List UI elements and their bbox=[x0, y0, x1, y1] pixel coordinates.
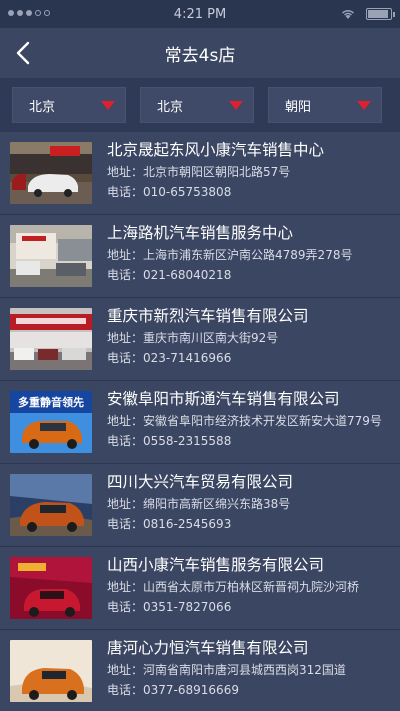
wifi-icon bbox=[342, 10, 354, 19]
dealer-address: 地址： 重庆市南川区南大街92号 bbox=[107, 331, 279, 345]
dealer-phone: 电话：0558-2315588 bbox=[107, 434, 232, 448]
back-button[interactable] bbox=[10, 40, 36, 66]
filter-bar: 北京 北京 朝阳 bbox=[0, 78, 400, 132]
dealer-address: 地址： 安徽省阜阳市经济技术开发区新安大道779号 bbox=[107, 414, 382, 428]
dealer-photo: 多重静音领先 bbox=[10, 391, 92, 453]
dealer-name: 唐河心力恒汽车销售有限公司 bbox=[107, 639, 309, 657]
dealer-photo bbox=[10, 142, 92, 204]
dealer-photo-slogan: 多重静音领先 bbox=[18, 395, 84, 409]
dealer-name: 山西小康汽车销售服务有限公司 bbox=[107, 556, 325, 574]
dealer-phone: 电话：010-65753808 bbox=[107, 185, 232, 199]
nav-bar: 常去4s店 bbox=[0, 28, 400, 78]
dealer-item[interactable]: 重庆市新烈汽车销售有限公司 地址： 重庆市南川区南大街92号 电话：023-714… bbox=[0, 298, 400, 381]
dealer-photo bbox=[10, 308, 92, 370]
dealer-item[interactable]: 唐河心力恒汽车销售有限公司 地址： 河南省南阳市唐河县城西西岗312国道 电话：0… bbox=[0, 630, 400, 711]
chevron-left-icon bbox=[16, 41, 30, 65]
dealer-item[interactable]: 北京晟起东风小康汽车销售中心 地址： 北京市朝阳区朝阳北路57号 电话：010-6… bbox=[0, 132, 400, 215]
battery-icon bbox=[366, 8, 395, 20]
status-time: 4:21 PM bbox=[173, 6, 227, 22]
dealer-address: 地址： 北京市朝阳区朝阳北路57号 bbox=[107, 165, 291, 179]
caret-down-icon bbox=[357, 100, 371, 110]
dealer-phone: 电话：0351-7827066 bbox=[107, 600, 232, 614]
dealer-name: 四川大兴汽车贸易有限公司 bbox=[107, 473, 294, 491]
dealer-phone: 电话：0377-68916669 bbox=[107, 683, 239, 697]
district-select-label: 朝阳 bbox=[285, 99, 312, 115]
dealer-photo bbox=[10, 557, 92, 619]
province-select[interactable]: 北京 bbox=[12, 87, 126, 123]
dealer-address: 地址： 河南省南阳市唐河县城西西岗312国道 bbox=[107, 663, 346, 677]
dealer-name: 北京晟起东风小康汽车销售中心 bbox=[107, 141, 325, 159]
dealer-item[interactable]: 山西小康汽车销售服务有限公司 地址： 山西省太原市万柏林区新晋祠九院沙河桥 电话：… bbox=[0, 547, 400, 630]
caret-down-icon bbox=[101, 100, 115, 110]
dealer-name: 安徽阜阳市斯通汽车销售有限公司 bbox=[107, 390, 340, 408]
dealer-phone: 电话：021-68040218 bbox=[107, 268, 232, 282]
dealer-name: 上海路机汽车销售服务中心 bbox=[107, 224, 294, 242]
status-bar: 4:21 PM bbox=[0, 0, 400, 28]
dealer-photo bbox=[10, 640, 92, 702]
district-select[interactable]: 朝阳 bbox=[268, 87, 382, 123]
city-select[interactable]: 北京 bbox=[140, 87, 254, 123]
signal-icon bbox=[8, 10, 50, 16]
caret-down-icon bbox=[229, 100, 243, 110]
dealer-item[interactable]: 多重静音领先 安徽阜阳市斯通汽车销售有限公司 地址： 安徽省阜阳市经济技术开发区新… bbox=[0, 381, 400, 464]
dealer-name: 重庆市新烈汽车销售有限公司 bbox=[107, 307, 309, 325]
dealer-photo bbox=[10, 225, 92, 287]
dealer-phone: 电话：0816-2545693 bbox=[107, 517, 232, 531]
dealer-photo bbox=[10, 474, 92, 536]
dealer-item[interactable]: 上海路机汽车销售服务中心 地址： 上海市浦东新区沪南公路4789弄278号 电话：… bbox=[0, 215, 400, 298]
dealer-address: 地址： 山西省太原市万柏林区新晋祠九院沙河桥 bbox=[107, 580, 360, 594]
page-title: 常去4s店 bbox=[164, 45, 236, 66]
city-select-label: 北京 bbox=[157, 99, 184, 115]
dealer-address: 地址： 绵阳市高新区绵兴东路38号 bbox=[107, 497, 291, 511]
dealer-item[interactable]: 四川大兴汽车贸易有限公司 地址： 绵阳市高新区绵兴东路38号 电话：0816-25… bbox=[0, 464, 400, 547]
dealer-address: 地址： 上海市浦东新区沪南公路4789弄278号 bbox=[107, 248, 353, 262]
dealer-phone: 电话：023-71416966 bbox=[107, 351, 232, 365]
province-select-label: 北京 bbox=[29, 99, 56, 115]
dealer-list: 北京晟起东风小康汽车销售中心 地址： 北京市朝阳区朝阳北路57号 电话：010-6… bbox=[0, 132, 400, 711]
